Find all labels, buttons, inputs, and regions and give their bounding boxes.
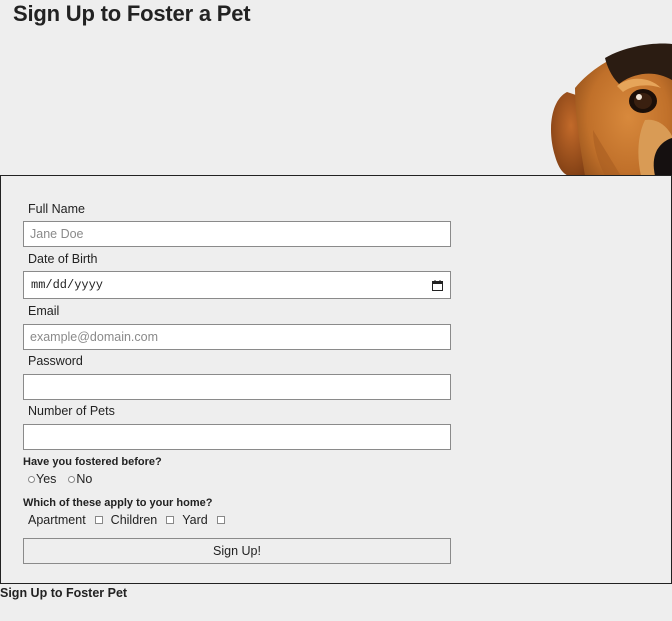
radio-yes[interactable] <box>28 475 35 483</box>
fostered-before-question: Have you fostered before? <box>23 456 162 468</box>
checkbox-children[interactable] <box>166 516 175 524</box>
dob-label: Date of Birth <box>28 252 98 266</box>
dog-image <box>545 40 672 176</box>
password-input[interactable] <box>23 374 451 400</box>
fostered-before-radio-group: Yes No <box>28 472 104 486</box>
number-of-pets-input[interactable] <box>23 424 451 450</box>
email-label: Email <box>28 304 60 318</box>
sign-up-button[interactable]: Sign Up! <box>23 538 451 564</box>
checkbox-yard[interactable] <box>216 516 225 524</box>
radio-no[interactable] <box>68 475 76 483</box>
dob-placeholder: mm/dd/yyyy <box>31 278 104 292</box>
radio-no-label: No <box>76 472 93 486</box>
dog-peeking-photo-icon <box>551 43 672 176</box>
email-input[interactable] <box>23 324 451 350</box>
password-label: Password <box>28 354 83 368</box>
signup-form: Full Name Date of Birth mm/dd/yyyy Email… <box>0 175 672 584</box>
checkbox-yard-label: Yard <box>182 513 208 527</box>
checkbox-apartment[interactable] <box>94 516 103 524</box>
home-checkbox-group: Apartment Children Yard <box>28 513 233 527</box>
number-of-pets-label: Number of Pets <box>28 404 115 418</box>
dob-input[interactable]: mm/dd/yyyy <box>23 271 451 299</box>
calendar-icon[interactable] <box>432 279 443 291</box>
home-question: Which of these apply to your home? <box>23 497 213 509</box>
page-title: Sign Up to Foster a Pet <box>13 1 251 26</box>
radio-yes-label: Yes <box>36 472 57 486</box>
checkbox-children-label: Children <box>110 513 158 527</box>
footer-text: Sign Up to Foster Pet <box>0 586 128 600</box>
full-name-input[interactable] <box>23 221 451 247</box>
checkbox-apartment-label: Apartment <box>28 513 86 527</box>
full-name-label: Full Name <box>28 202 85 216</box>
